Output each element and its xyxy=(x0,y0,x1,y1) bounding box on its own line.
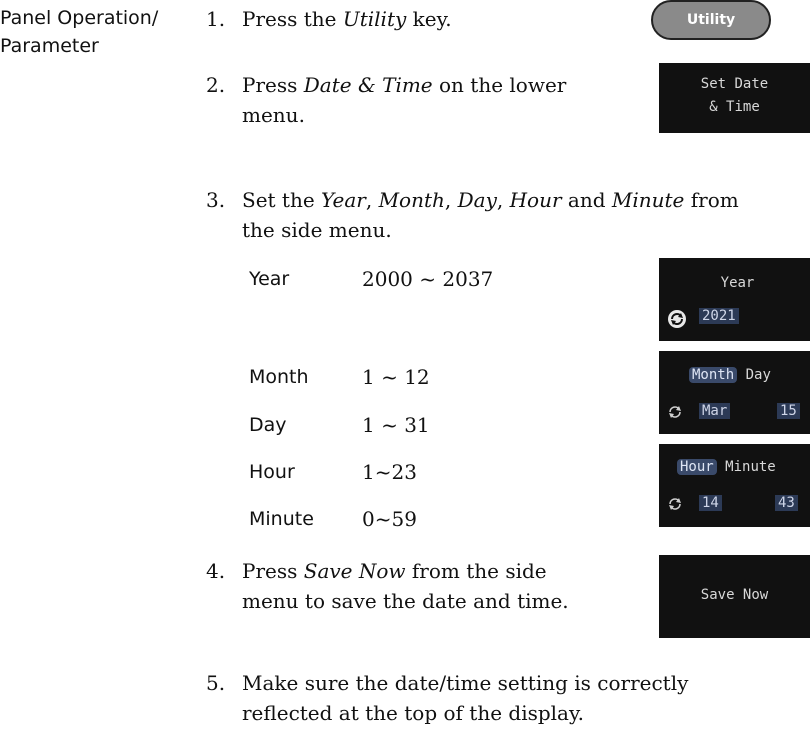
hour-value: 14 xyxy=(699,495,722,511)
set-date-time-menu-button[interactable]: Set Date & Time xyxy=(659,63,810,133)
step-number: 2. xyxy=(206,73,226,97)
section-label-line2: Parameter xyxy=(0,35,99,57)
month-day-menu-button[interactable]: Month Day Mar 15 xyxy=(659,351,810,434)
step-number: 1. xyxy=(206,7,226,31)
variable-knob-icon xyxy=(668,310,686,328)
step-number: 3. xyxy=(206,188,226,212)
step-4: 4. Press Save Now from the side menu to … xyxy=(206,556,646,616)
month-value: Mar xyxy=(699,403,731,419)
step-5: 5. Make sure the date/time setting is co… xyxy=(206,668,806,728)
variable-knob-icon xyxy=(669,406,681,418)
step-number: 5. xyxy=(206,671,226,695)
day-value: 15 xyxy=(777,403,800,419)
day-label: Day xyxy=(745,367,771,383)
step-1: 1. Press the Utility key. xyxy=(206,4,646,34)
save-now-menu-button[interactable]: Save Now xyxy=(659,555,810,638)
hour-label-active: Hour xyxy=(677,459,717,475)
variable-knob-icon xyxy=(669,498,681,510)
section-label: Panel Operation/ Parameter xyxy=(0,4,158,60)
year-menu-button[interactable]: Year 2021 xyxy=(659,258,810,341)
step-number: 4. xyxy=(206,559,226,583)
step-2: 2. Press Date & Time on the lower menu. xyxy=(206,70,646,130)
step-3: 3. Set the Year, Month, Day, Hour and Mi… xyxy=(206,185,810,245)
utility-key-button[interactable]: Utility xyxy=(651,0,771,40)
month-label-active: Month xyxy=(689,367,738,383)
year-value: 2021 xyxy=(699,308,739,324)
minute-label: Minute xyxy=(725,459,776,475)
section-label-line1: Panel Operation/ xyxy=(0,7,159,29)
minute-value: 43 xyxy=(775,495,798,511)
hour-minute-menu-button[interactable]: Hour Minute 14 43 xyxy=(659,444,810,527)
